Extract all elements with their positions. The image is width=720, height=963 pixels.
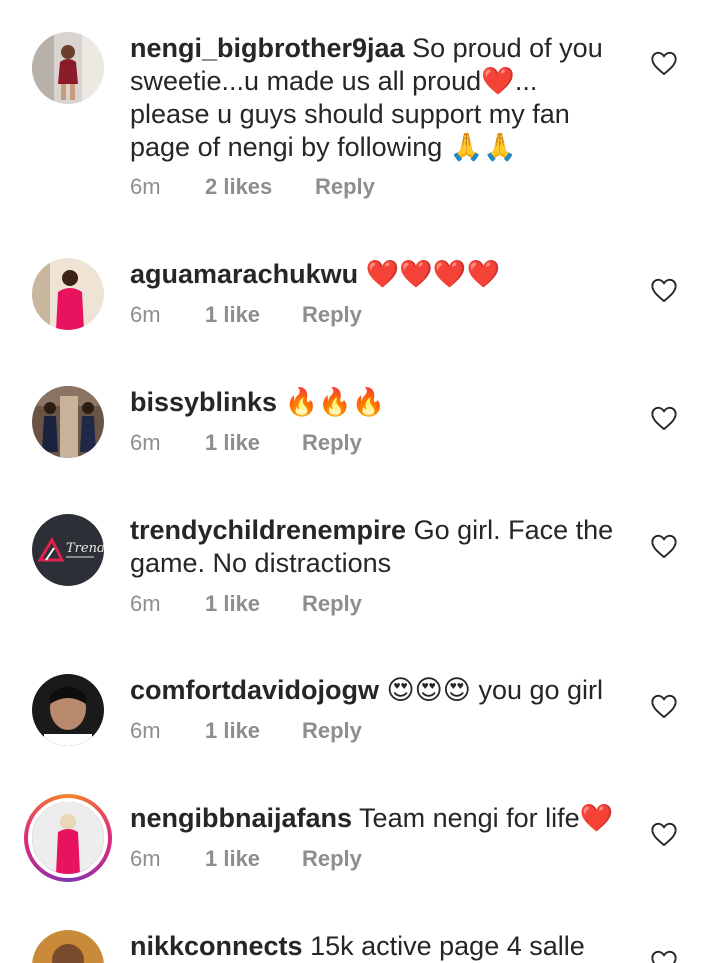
avatar-photo-icon — [32, 802, 104, 874]
reply-button[interactable]: Reply — [315, 174, 375, 200]
heart-outline-icon[interactable] — [650, 277, 678, 303]
comment-likes[interactable]: 1 like — [205, 591, 302, 617]
avatar[interactable] — [32, 258, 104, 330]
comment-meta: 6m 1 like Reply — [130, 718, 362, 744]
comment-username[interactable]: bissyblinks — [130, 387, 277, 417]
comment-time: 6m — [130, 846, 161, 871]
reply-button[interactable]: Reply — [302, 846, 362, 872]
avatar — [28, 798, 108, 878]
comment-text-block: nikkconnects 15k active page 4 salle — [130, 930, 620, 963]
comment-username[interactable]: aguamarachukwu — [130, 259, 358, 289]
comment-meta: 6m 1 like Reply — [130, 302, 362, 328]
avatar-photo-icon — [32, 32, 104, 104]
comment-list: nengi_bigbrother9jaa So proud of you swe… — [0, 0, 720, 963]
avatar[interactable] — [32, 674, 104, 746]
comment-username[interactable]: comfortdavidojogw — [130, 675, 379, 705]
heart-outline-icon[interactable] — [650, 405, 678, 431]
comment-text-block: bissyblinks 🔥🔥🔥 — [130, 386, 620, 419]
comment-time: 6m — [130, 302, 161, 327]
avatar-story-ring[interactable] — [24, 794, 112, 882]
heart-outline-icon[interactable] — [650, 821, 678, 847]
avatar-photo-icon — [32, 386, 104, 458]
comment-likes[interactable]: 1 like — [205, 430, 302, 456]
comment-likes[interactable]: 1 like — [205, 718, 302, 744]
comment-meta: 6m 1 like Reply — [130, 591, 362, 617]
comment-time: 6m — [130, 718, 161, 743]
reply-button[interactable]: Reply — [302, 718, 362, 744]
reply-button[interactable]: Reply — [302, 591, 362, 617]
avatar-logo-icon: Trendy — [32, 514, 104, 586]
heart-outline-icon[interactable] — [650, 949, 678, 963]
comment-body: ❤️❤️❤️❤️ — [365, 259, 501, 289]
comment-text-block: aguamarachukwu ❤️❤️❤️❤️ — [130, 258, 620, 291]
avatar[interactable] — [32, 930, 104, 963]
avatar[interactable]: Trendy — [32, 514, 104, 586]
comment-time: 6m — [130, 430, 161, 455]
comment-likes[interactable]: 1 like — [205, 846, 302, 872]
comment-username[interactable]: nengi_bigbrother9jaa — [130, 33, 405, 63]
comment-username[interactable]: nikkconnects — [130, 931, 303, 961]
reply-button[interactable]: Reply — [302, 302, 362, 328]
comment-time: 6m — [130, 174, 161, 199]
comment-body: 😍😍😍 you go girl — [386, 675, 604, 705]
avatar-photo-icon — [32, 258, 104, 330]
heart-outline-icon[interactable] — [650, 533, 678, 559]
reply-button[interactable]: Reply — [302, 430, 362, 456]
avatar[interactable] — [32, 32, 104, 104]
comment-text-block: comfortdavidojogw 😍😍😍 you go girl — [130, 674, 620, 707]
comment-text-block: trendychildrenempire Go girl. Face the g… — [130, 514, 620, 580]
comment-time: 6m — [130, 591, 161, 616]
avatar-photo-icon — [32, 674, 104, 746]
comment-username[interactable]: trendychildrenempire — [130, 515, 406, 545]
avatar[interactable] — [32, 386, 104, 458]
avatar-photo-icon — [32, 930, 104, 963]
comment-meta: 6m 1 like Reply — [130, 846, 362, 872]
avatar-brand-text: Trendy — [66, 541, 104, 556]
comment-text-block: nengi_bigbrother9jaa So proud of you swe… — [130, 32, 620, 164]
comment-text-block: nengibbnaijafans Team nengi for life❤️ — [130, 802, 620, 835]
comment-likes[interactable]: 1 like — [205, 302, 302, 328]
heart-outline-icon[interactable] — [650, 693, 678, 719]
comment-body: 🔥🔥🔥 — [284, 387, 386, 418]
comment-meta: 6m 1 like Reply — [130, 430, 362, 456]
comment-username[interactable]: nengibbnaijafans — [130, 803, 352, 833]
heart-outline-icon[interactable] — [650, 50, 678, 76]
comment-meta: 6m 2 likes Reply — [130, 174, 375, 200]
comment-body: 15k active page 4 salle — [310, 931, 585, 961]
comment-likes[interactable]: 2 likes — [205, 174, 315, 200]
comment-body: Team nengi for life❤️ — [359, 803, 614, 833]
